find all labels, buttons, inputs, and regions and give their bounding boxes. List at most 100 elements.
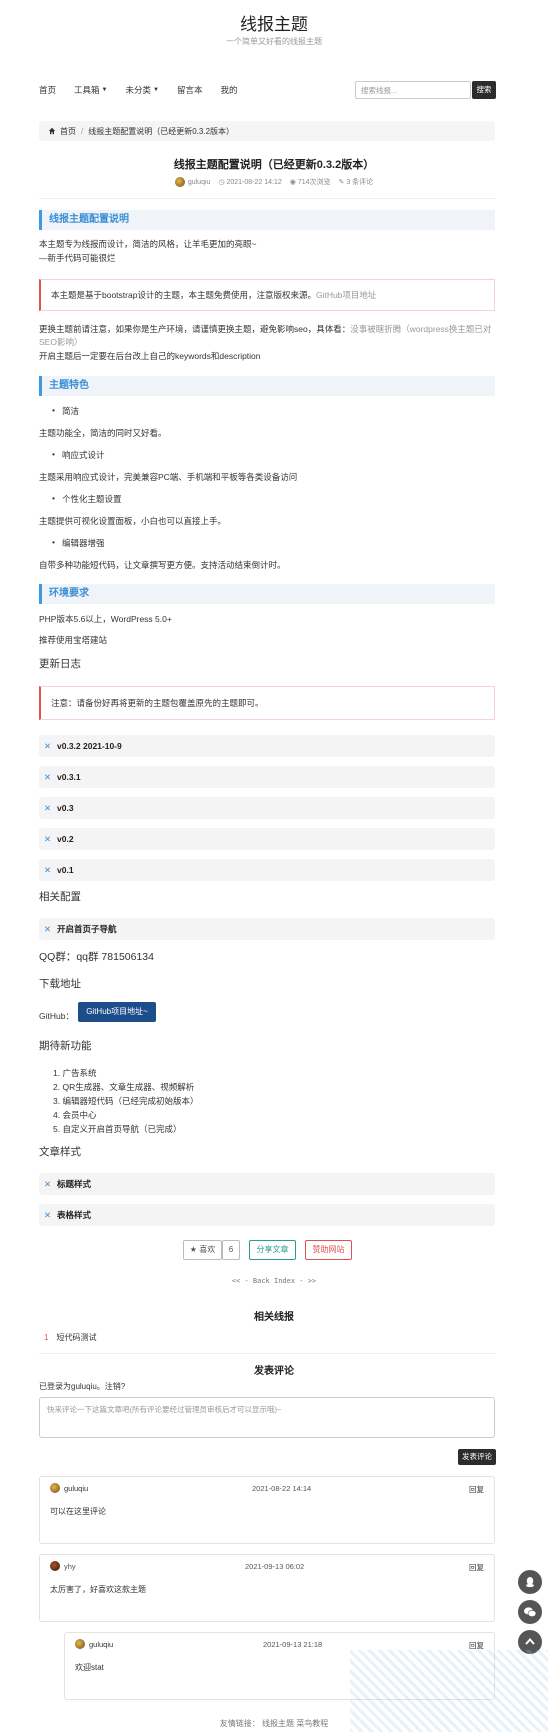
feature-item: 个性化主题设置 bbox=[52, 493, 121, 505]
expect-item: 5. 自定义开启首页导航（已完成） bbox=[53, 1124, 182, 1134]
accordion-version[interactable]: ✕ v0.2 bbox=[39, 828, 495, 850]
env-baota: 推荐使用宝塔建站 bbox=[39, 635, 108, 645]
comment-author[interactable]: guluqiu bbox=[64, 1484, 88, 1493]
breadcrumb: 首页 / 线报主题配置说明（已经更新0.3.2版本） bbox=[39, 121, 495, 141]
heading-related-config: 相关配置 bbox=[39, 891, 81, 903]
footer-link[interactable]: 线报主题 bbox=[262, 1719, 294, 1728]
breadcrumb-separator: / bbox=[81, 126, 84, 136]
post-views: ◉ 714次浏览 bbox=[289, 179, 331, 186]
close-icon: ✕ bbox=[44, 865, 52, 875]
nav-item-uncategorized[interactable]: 未分类 ▼ bbox=[125, 84, 158, 96]
comment-form-title: 发表评论 bbox=[254, 1366, 294, 1377]
donate-button[interactable]: 赞助网站 bbox=[305, 1240, 352, 1260]
reply-button[interactable]: 回复 bbox=[469, 1484, 484, 1495]
search-button[interactable]: 搜索 bbox=[472, 81, 496, 99]
related-item[interactable]: 1 短代码测试 bbox=[44, 1332, 96, 1343]
heading-style: 文章样式 bbox=[39, 1146, 81, 1158]
footer-links: 友情链接： 线报主题 菜鸟教程 bbox=[219, 1719, 329, 1728]
qq-float-button[interactable] bbox=[518, 1570, 542, 1594]
nav-item-mine[interactable]: 我的 bbox=[220, 84, 237, 96]
post-author[interactable]: guluqiu bbox=[174, 177, 210, 187]
comment-card: guluqiu 2021-08-22 14:14 回复 可以在这里评论 bbox=[39, 1476, 495, 1544]
back-index-link[interactable]: << - Back Index - >> bbox=[0, 1277, 548, 1285]
star-icon: ★ bbox=[189, 1245, 197, 1254]
submit-comment-button[interactable]: 发表评论 bbox=[458, 1449, 496, 1465]
feature-desc: 主题采用响应式设计，完美兼容PC端、手机端和平板等各类设备访问 bbox=[39, 472, 298, 482]
caret-down-icon: ▼ bbox=[153, 87, 159, 93]
notice-backup: 注意：请备份好再将更新的主题包覆盖原先的主题即可。 bbox=[39, 686, 495, 720]
github-button[interactable]: GitHub项目地址~ bbox=[78, 1002, 156, 1022]
close-icon: ✕ bbox=[44, 1210, 52, 1220]
reply-button[interactable]: 回复 bbox=[469, 1562, 484, 1573]
nav-item-guestbook[interactable]: 留言本 bbox=[177, 84, 203, 96]
comment-text: 可以在这里评论 bbox=[50, 1507, 106, 1516]
comment-text: 太厉害了，好喜欢这款主题 bbox=[50, 1585, 146, 1594]
feature-item: 编辑器增强 bbox=[52, 537, 104, 549]
logged-in-text[interactable]: 已登录为guluqiu。注销? bbox=[39, 1380, 125, 1393]
accordion-style[interactable]: ✕ 表格样式 bbox=[39, 1204, 495, 1226]
feature-item: 简洁 bbox=[52, 405, 79, 417]
share-button[interactable]: 分享文章 bbox=[249, 1240, 296, 1260]
divider bbox=[39, 1353, 495, 1354]
feature-desc: 自带多种功能短代码，让文章撰写更方便。支持活动结束倒计时。 bbox=[39, 560, 286, 570]
caret-down-icon: ▼ bbox=[101, 87, 108, 93]
wechat-float-button[interactable] bbox=[518, 1600, 542, 1624]
notice-box: 本主题是基于bootstrap设计的主题，本主题免费使用，注意版权来源。GitH… bbox=[39, 279, 495, 311]
accordion-version[interactable]: ✕ v0.3 bbox=[39, 797, 495, 819]
expect-item: 4. 会员中心 bbox=[53, 1110, 97, 1120]
close-icon: ✕ bbox=[44, 924, 52, 934]
post-comments[interactable]: ✎ 3 条评论 bbox=[339, 177, 374, 187]
qq-group: QQ群：qq群 781506134 bbox=[39, 951, 154, 963]
eye-icon: ◉ bbox=[289, 179, 296, 186]
site-subtitle: 一个简单又好看的线报主题 bbox=[226, 37, 322, 46]
post-meta: guluqiu ◷ 2021-08-22 14:12 ◉ 714次浏览 ✎ 3 … bbox=[0, 177, 548, 187]
site-title[interactable]: 线报主题 bbox=[0, 10, 548, 35]
accordion-style[interactable]: ✕ 标题样式 bbox=[39, 1173, 495, 1195]
comment-time: 2021-08-22 14:14 bbox=[252, 1484, 312, 1493]
post-date: ◷ 2021-08-22 14:12 bbox=[218, 179, 282, 186]
avatar bbox=[174, 177, 185, 187]
accordion-version[interactable]: ✕ v0.3.2 2021-10-9 bbox=[39, 735, 495, 757]
edit-icon: ✎ bbox=[338, 179, 345, 186]
main-nav: 首页 工具箱 ▼ 未分类 ▼ 留言本 我的 bbox=[39, 84, 255, 96]
expect-item: 3. 编辑器短代码（已经完成初始版本） bbox=[53, 1096, 199, 1106]
env-php: PHP版本5.6以上，WordPress 5.0+ bbox=[39, 614, 172, 624]
heading-config: 线报主题配置说明 bbox=[39, 210, 495, 230]
avatar bbox=[50, 1561, 60, 1571]
comment-textarea[interactable]: 快来评论一下这篇文章吧(所有评论要经过管理员审核后才可以显示哦)~ bbox=[39, 1397, 495, 1438]
breadcrumb-current: 线报主题配置说明（已经更新0.3.2版本） bbox=[88, 126, 235, 136]
close-icon: ✕ bbox=[44, 834, 52, 844]
nav-item-home[interactable]: 首页 bbox=[39, 84, 56, 96]
heading-expect: 期待新功能 bbox=[39, 1040, 92, 1052]
accordion-version[interactable]: ✕ v0.1 bbox=[39, 859, 495, 881]
breadcrumb-home[interactable]: 首页 bbox=[60, 126, 76, 137]
comment-author[interactable]: guluqiu bbox=[89, 1640, 113, 1649]
arrow-up-icon bbox=[525, 1637, 535, 1645]
footer-link[interactable]: 菜鸟教程 bbox=[296, 1719, 328, 1728]
wechat-icon bbox=[524, 1607, 537, 1618]
accordion-subnav[interactable]: ✕ 开启首页子导航 bbox=[39, 918, 495, 940]
like-count: 6 bbox=[222, 1240, 240, 1260]
close-icon: ✕ bbox=[44, 803, 52, 813]
heading-changelog: 更新日志 bbox=[39, 658, 81, 670]
feature-item: 响应式设计 bbox=[52, 449, 104, 461]
close-icon: ✕ bbox=[44, 1179, 52, 1189]
expect-item: 1. 广告系统 bbox=[53, 1068, 97, 1078]
feature-desc: 主题功能全，简洁的同时又好看。 bbox=[39, 428, 167, 438]
accordion-version[interactable]: ✕ v0.3.1 bbox=[39, 766, 495, 788]
github-link[interactable]: GitHub项目地址 bbox=[316, 290, 376, 300]
heading-download: 下载地址 bbox=[39, 978, 81, 990]
search-input[interactable]: 搜索线报... bbox=[355, 81, 471, 99]
intro-line-2: —新手代码可能很烂 bbox=[39, 253, 116, 263]
related-title: 相关线报 bbox=[254, 1312, 294, 1323]
heading-features: 主题特色 bbox=[39, 376, 495, 396]
home-icon bbox=[48, 127, 56, 135]
feature-desc: 主题提供可视化设置面板，小白也可以直接上手。 bbox=[39, 516, 227, 526]
penguin-icon bbox=[526, 1577, 534, 1588]
comment-author[interactable]: yhy bbox=[64, 1562, 76, 1571]
intro-line-1: 本主题专为线报而设计，简洁的风格，让羊毛更加的亮眼~ bbox=[39, 239, 257, 249]
expect-item: 2. QR生成器、文章生成器、视频解析 bbox=[53, 1082, 195, 1092]
nav-item-toolbox[interactable]: 工具箱 ▼ bbox=[74, 84, 107, 96]
like-button[interactable]: ★ 喜欢 bbox=[183, 1240, 222, 1260]
close-icon: ✕ bbox=[44, 741, 52, 751]
